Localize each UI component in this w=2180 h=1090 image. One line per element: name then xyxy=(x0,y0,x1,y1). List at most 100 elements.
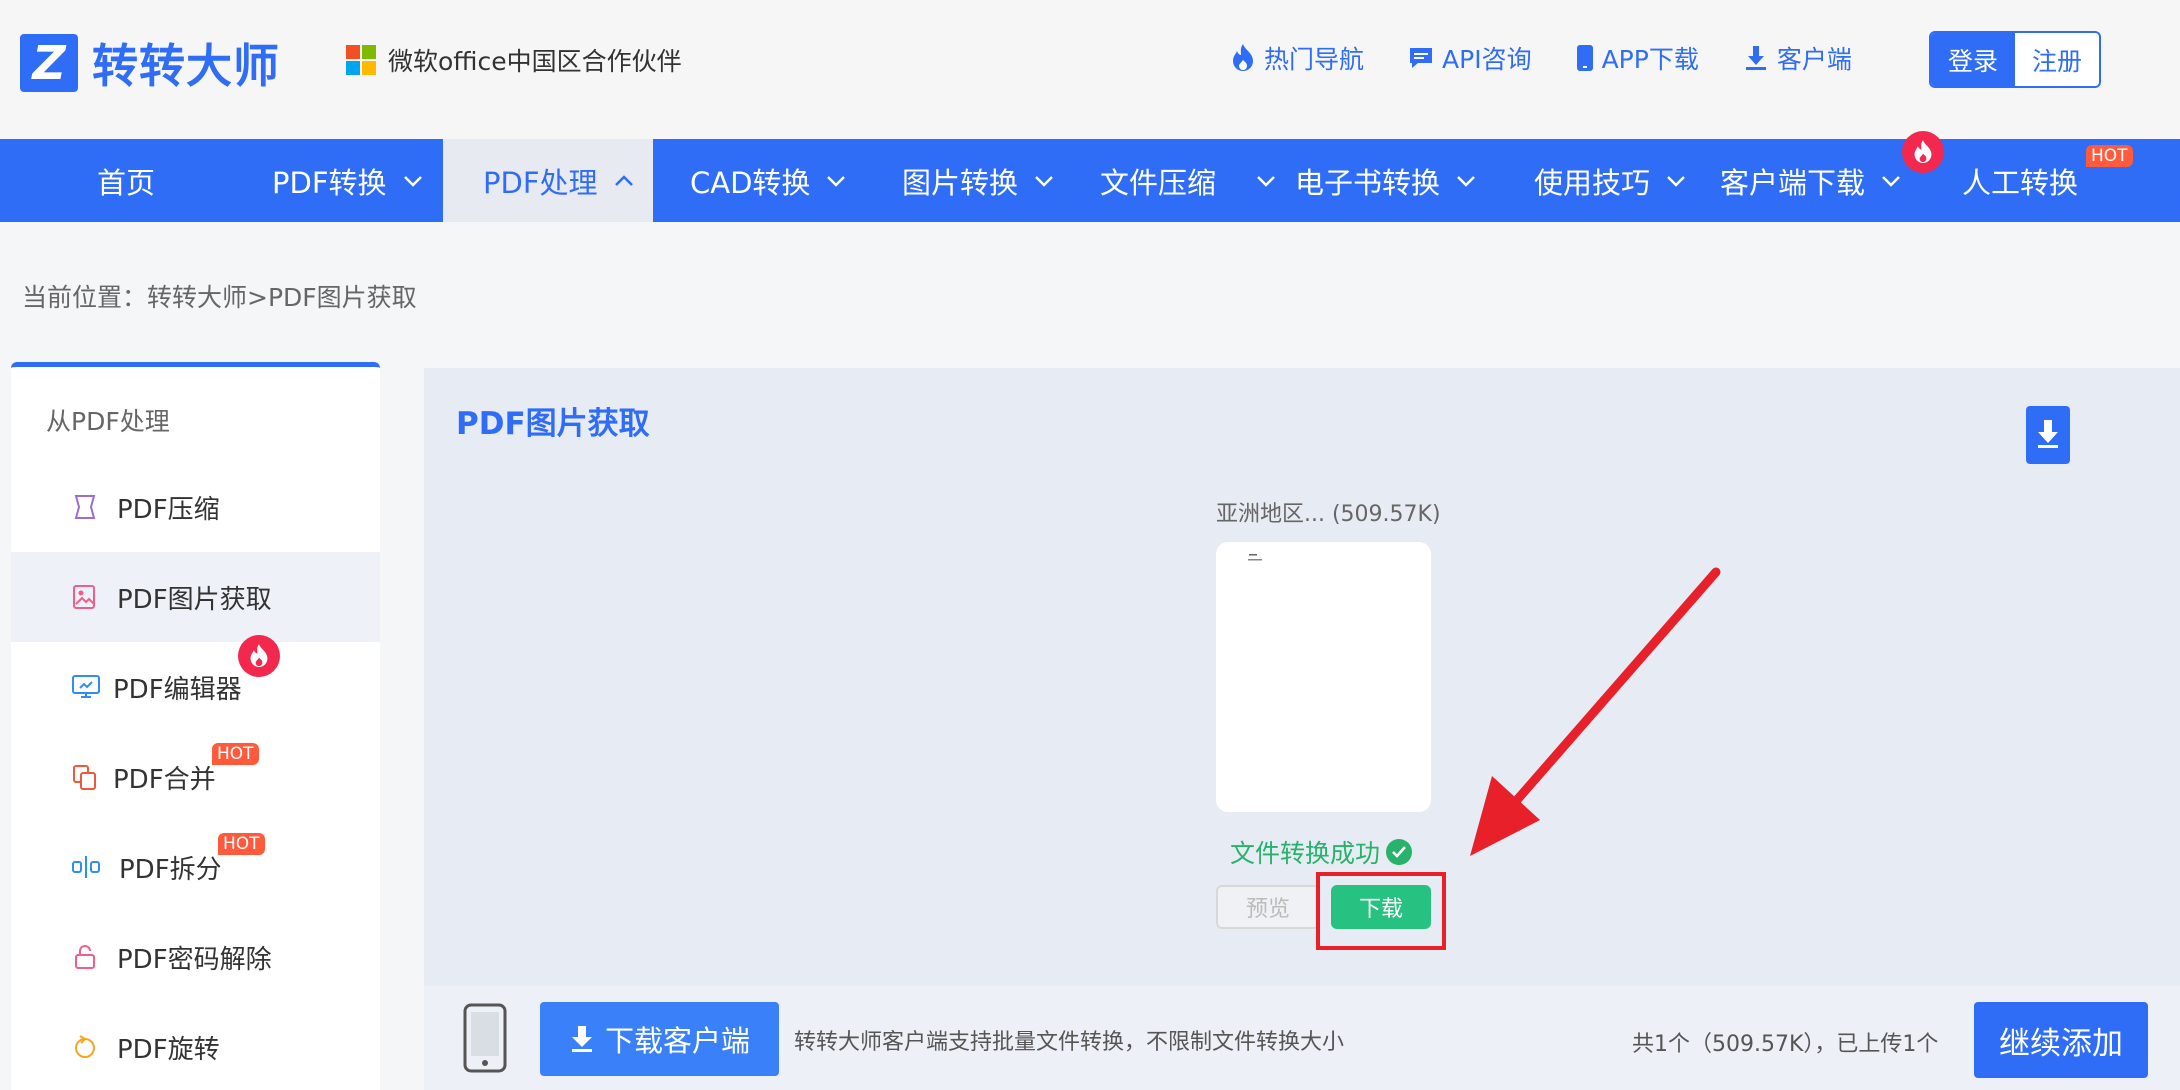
continue-add-button[interactable]: 继续添加 xyxy=(1974,1002,2148,1078)
page-title: PDF图片获取 xyxy=(456,406,650,442)
top-link-label: 客户端 xyxy=(1776,45,1852,74)
upload-summary: 共1个（509.57K），已上传1个 xyxy=(1632,1032,1939,1057)
nav-item-pdf-process[interactable]: PDF处理 xyxy=(443,139,653,222)
nav-item-ebook-convert[interactable]: 电子书转换 xyxy=(1295,139,1476,222)
breadcrumb: 当前位置：转转大师>PDF图片获取 xyxy=(22,283,417,312)
phone-icon xyxy=(1576,44,1594,72)
flame-badge-icon xyxy=(238,635,280,677)
monitor-edit-icon xyxy=(71,673,101,701)
microsoft-logo-icon xyxy=(346,45,376,75)
file-name: 亚洲地区... (509.57K) xyxy=(1216,502,1441,527)
sidebar-heading: 从PDF处理 xyxy=(46,407,170,436)
register-button[interactable]: 注册 xyxy=(2015,33,2099,86)
hot-badge: HOT xyxy=(2086,145,2133,167)
nav-label: PDF处理 xyxy=(483,165,598,200)
download-icon xyxy=(1743,44,1769,72)
top-link-app[interactable]: APP下载 xyxy=(1576,40,1699,76)
rotate-icon xyxy=(71,1033,99,1061)
sidebar: 从PDF处理 PDF压缩 PDF图片获取 PDF编辑器 PDF合并 HOT PD… xyxy=(11,362,380,1090)
nav-label: 首页 xyxy=(97,165,156,200)
split-icon xyxy=(71,853,101,881)
file-thumbnail[interactable] xyxy=(1216,542,1431,812)
top-link-hot-nav[interactable]: 热门导航 xyxy=(1230,40,1364,76)
download-icon xyxy=(569,1024,595,1054)
nav-item-home[interactable]: 首页 xyxy=(97,139,155,222)
sidebar-item-pdf-merge[interactable]: PDF合并 xyxy=(11,732,380,822)
sidebar-item-pdf-rotate[interactable]: PDF旋转 xyxy=(11,1002,380,1090)
chevron-down-icon xyxy=(826,175,846,187)
flame-icon xyxy=(1230,43,1256,73)
login-button[interactable]: 登录 xyxy=(1931,33,2015,86)
nav-item-pdf-convert[interactable]: PDF转换 xyxy=(272,139,423,222)
unlock-icon xyxy=(71,943,99,971)
button-label: 下载客户端 xyxy=(604,1024,750,1058)
nav-item-tips[interactable]: 使用技巧 xyxy=(1534,139,1686,222)
nav-label: 客户端下载 xyxy=(1720,165,1866,200)
chevron-down-icon xyxy=(1256,175,1276,187)
hot-badge: HOT xyxy=(218,833,265,855)
download-all-button[interactable] xyxy=(2026,406,2070,464)
nav-label: CAD转换 xyxy=(690,165,811,200)
client-description: 转转大师客户端支持批量文件转换，不限制文件转换大小 xyxy=(794,1030,1345,1055)
top-link-client[interactable]: 客户端 xyxy=(1743,40,1852,76)
sidebar-item-pdf-unlock[interactable]: PDF密码解除 xyxy=(11,912,380,1002)
nav-item-file-compress[interactable]: 文件压缩 xyxy=(1100,139,1276,222)
sidebar-item-pdf-split[interactable]: PDF拆分 xyxy=(11,822,380,912)
top-link-label: 热门导航 xyxy=(1264,45,1365,74)
compress-icon xyxy=(71,493,99,521)
main-nav: 首页 PDF转换 PDF处理 CAD转换 图片转换 文件压缩 电子书转换 使用技… xyxy=(0,131,2180,222)
nav-item-manual-convert[interactable]: 人工转换 xyxy=(1962,139,2078,222)
chevron-down-icon xyxy=(1666,175,1686,187)
partner-text: 微软office中国区合作伙伴 xyxy=(388,47,682,76)
converter-panel: PDF图片获取 亚洲地区... (509.57K) 文件转换成功 预览 下载 xyxy=(424,368,2180,986)
sidebar-item-label: PDF旋转 xyxy=(117,1034,220,1065)
top-link-label: APP下载 xyxy=(1601,45,1699,74)
sidebar-item-pdf-compress[interactable]: PDF压缩 xyxy=(11,462,380,552)
nav-label: 电子书转换 xyxy=(1295,165,1441,200)
sidebar-item-pdf-editor[interactable]: PDF编辑器 xyxy=(11,642,380,732)
nav-label: 人工转换 xyxy=(1962,165,2079,200)
nav-item-client-download[interactable]: 客户端下载 xyxy=(1720,139,1901,222)
preview-button[interactable]: 预览 xyxy=(1216,885,1320,929)
auth-buttons: 登录 注册 xyxy=(1929,31,2101,88)
logo-mark: Z xyxy=(20,34,78,92)
merge-icon xyxy=(71,763,99,791)
sidebar-item-label: PDF密码解除 xyxy=(117,944,272,975)
check-circle-icon xyxy=(1386,839,1413,865)
nav-item-image-convert[interactable]: 图片转换 xyxy=(902,139,1054,222)
download-client-button[interactable]: 下载客户端 xyxy=(540,1002,779,1076)
hot-badge: HOT xyxy=(212,743,259,765)
top-links: 热门导航 API咨询 APP下载 客户端 xyxy=(1230,40,1852,76)
conversion-status: 文件转换成功 xyxy=(1230,834,1413,870)
chevron-down-icon xyxy=(1881,175,1901,187)
nav-label: 使用技巧 xyxy=(1534,165,1651,200)
nav-label: 图片转换 xyxy=(902,165,1019,200)
sidebar-item-label: PDF图片获取 xyxy=(117,584,272,615)
partner-info: 微软office中国区合作伙伴 xyxy=(346,42,682,78)
chevron-up-icon xyxy=(614,174,634,187)
flame-badge-icon xyxy=(1902,131,1944,173)
status-text: 文件转换成功 xyxy=(1230,839,1381,868)
sidebar-item-label: PDF压缩 xyxy=(117,494,220,525)
chevron-down-icon xyxy=(1034,175,1054,187)
top-link-api[interactable]: API咨询 xyxy=(1408,40,1532,76)
site-header: Z 转转大师 微软office中国区合作伙伴 热门导航 API咨询 APP下载 … xyxy=(0,0,2180,139)
bottom-bar: 下载客户端 转转大师客户端支持批量文件转换，不限制文件转换大小 共1个（509.… xyxy=(424,986,2180,1090)
highlight-box xyxy=(1316,872,1446,950)
chevron-down-icon xyxy=(1456,175,1476,187)
sidebar-item-label: PDF编辑器 xyxy=(113,674,242,705)
sidebar-item-label: PDF拆分 xyxy=(119,854,222,885)
sidebar-item-pdf-image-extract[interactable]: PDF图片获取 xyxy=(11,552,380,642)
image-extract-icon xyxy=(71,583,99,611)
brand-name: 转转大师 xyxy=(92,39,280,93)
chevron-down-icon xyxy=(403,175,423,187)
nav-label: PDF转换 xyxy=(272,165,387,200)
mobile-device-icon xyxy=(462,1002,508,1078)
nav-label: 文件压缩 xyxy=(1100,165,1217,200)
sidebar-item-label: PDF合并 xyxy=(113,764,216,795)
top-link-label: API咨询 xyxy=(1442,45,1532,74)
brand-logo[interactable]: Z 转转大师 xyxy=(20,30,280,96)
nav-item-cad-convert[interactable]: CAD转换 xyxy=(690,139,846,222)
chat-icon xyxy=(1408,45,1434,71)
download-icon xyxy=(2034,416,2062,454)
